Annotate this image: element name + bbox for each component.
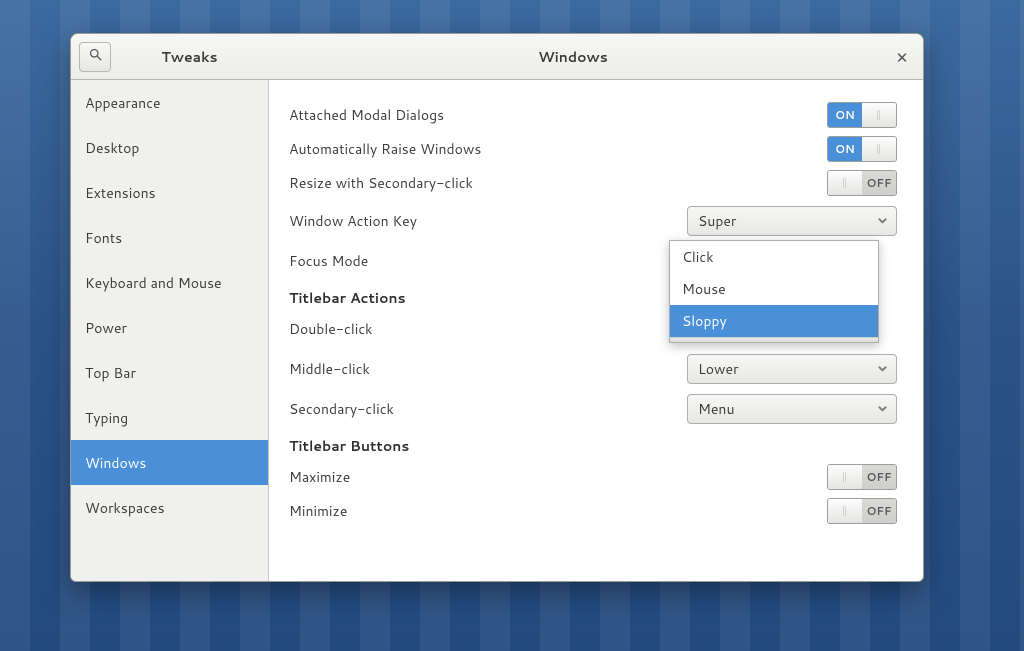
option-label: Click xyxy=(682,247,714,267)
sidebar-item-label: Keyboard and Mouse xyxy=(85,273,222,293)
tweaks-window: Tweaks Windows ✕ Appearance Desktop Exte… xyxy=(70,33,924,582)
sidebar-item-keyboard-and-mouse[interactable]: Keyboard and Mouse xyxy=(71,260,268,305)
sidebar-item-label: Fonts xyxy=(85,228,122,248)
focus-mode-option-sloppy[interactable]: Sloppy xyxy=(670,305,878,337)
middle-click-label: Middle-click xyxy=(289,359,370,379)
switch-grip-icon xyxy=(843,472,847,482)
row-window-action-key: Window Action Key Super xyxy=(289,204,897,238)
combo-value: Menu xyxy=(698,399,735,419)
combo-value: Super xyxy=(698,211,736,231)
double-click-label: Double-click xyxy=(289,319,373,339)
auto-raise-toggle[interactable]: ON xyxy=(827,136,897,162)
row-auto-raise: Automatically Raise Windows ON xyxy=(289,132,897,166)
row-minimize: Minimize OFF xyxy=(289,494,897,528)
search-button[interactable] xyxy=(79,42,111,72)
option-label: Mouse xyxy=(682,279,726,299)
chevron-down-icon xyxy=(877,359,888,379)
focus-mode-option-click[interactable]: Click xyxy=(670,241,878,273)
focus-mode-option-mouse[interactable]: Mouse xyxy=(670,273,878,305)
close-button[interactable]: ✕ xyxy=(887,42,917,72)
row-secondary-click: Secondary-click Menu xyxy=(289,392,897,426)
settings-pane: Attached Modal Dialogs ON Automatically … xyxy=(269,80,923,581)
sidebar-item-label: Desktop xyxy=(85,138,139,158)
maximize-label: Maximize xyxy=(289,467,350,487)
switch-off-label: OFF xyxy=(866,469,891,485)
sidebar-item-workspaces[interactable]: Workspaces xyxy=(71,485,268,530)
sidebar-item-label: Windows xyxy=(85,453,146,473)
minimize-label: Minimize xyxy=(289,501,347,521)
middle-click-combo[interactable]: Lower xyxy=(687,354,897,384)
window-action-key-label: Window Action Key xyxy=(289,211,417,231)
switch-grip-icon xyxy=(877,144,881,154)
focus-mode-label: Focus Mode xyxy=(289,251,368,271)
maximize-toggle[interactable]: OFF xyxy=(827,464,897,490)
switch-grip-icon xyxy=(877,110,881,120)
auto-raise-label: Automatically Raise Windows xyxy=(289,139,481,159)
sidebar-item-desktop[interactable]: Desktop xyxy=(71,125,268,170)
attached-modal-label: Attached Modal Dialogs xyxy=(289,105,444,125)
search-icon xyxy=(88,47,103,67)
focus-mode-dropdown[interactable]: Click Mouse Sloppy xyxy=(669,240,879,343)
switch-grip-icon xyxy=(843,506,847,516)
switch-off-label: OFF xyxy=(866,503,891,519)
sidebar-item-windows[interactable]: Windows xyxy=(71,440,268,485)
row-maximize: Maximize OFF xyxy=(289,460,897,494)
sidebar-item-label: Top Bar xyxy=(85,363,136,383)
headerbar: Tweaks Windows ✕ xyxy=(71,34,923,80)
resize-secondary-toggle[interactable]: OFF xyxy=(827,170,897,196)
resize-secondary-label: Resize with Secondary-click xyxy=(289,173,473,193)
titlebar-buttons-heading: Titlebar Buttons xyxy=(289,436,897,456)
row-middle-click: Middle-click Lower xyxy=(289,352,897,386)
sidebar-title: Tweaks xyxy=(111,47,268,67)
sidebar-item-extensions[interactable]: Extensions xyxy=(71,170,268,215)
chevron-down-icon xyxy=(877,399,888,419)
sidebar-item-label: Typing xyxy=(85,408,128,428)
window-action-key-combo[interactable]: Super xyxy=(687,206,897,236)
sidebar-item-label: Extensions xyxy=(85,183,156,203)
switch-off-label: OFF xyxy=(866,175,891,191)
sidebar-item-label: Appearance xyxy=(85,93,161,113)
chevron-down-icon xyxy=(877,211,888,231)
sidebar: Appearance Desktop Extensions Fonts Keyb… xyxy=(71,80,269,581)
secondary-click-label: Secondary-click xyxy=(289,399,394,419)
sidebar-item-top-bar[interactable]: Top Bar xyxy=(71,350,268,395)
switch-grip-icon xyxy=(843,178,847,188)
dropdown-scrollbar[interactable] xyxy=(670,337,878,342)
sidebar-item-power[interactable]: Power xyxy=(71,305,268,350)
close-icon: ✕ xyxy=(896,47,909,68)
page-title: Windows xyxy=(269,47,877,67)
row-attached-modal: Attached Modal Dialogs ON xyxy=(289,98,897,132)
option-label: Sloppy xyxy=(682,311,727,331)
secondary-click-combo[interactable]: Menu xyxy=(687,394,897,424)
switch-on-label: ON xyxy=(835,107,855,123)
sidebar-item-typing[interactable]: Typing xyxy=(71,395,268,440)
attached-modal-toggle[interactable]: ON xyxy=(827,102,897,128)
sidebar-item-label: Power xyxy=(85,318,127,338)
sidebar-item-appearance[interactable]: Appearance xyxy=(71,80,268,125)
sidebar-item-fonts[interactable]: Fonts xyxy=(71,215,268,260)
minimize-toggle[interactable]: OFF xyxy=(827,498,897,524)
row-resize-secondary: Resize with Secondary-click OFF xyxy=(289,166,897,200)
window-body: Appearance Desktop Extensions Fonts Keyb… xyxy=(71,80,923,581)
switch-on-label: ON xyxy=(835,141,855,157)
combo-value: Lower xyxy=(698,359,739,379)
sidebar-item-label: Workspaces xyxy=(85,498,165,518)
